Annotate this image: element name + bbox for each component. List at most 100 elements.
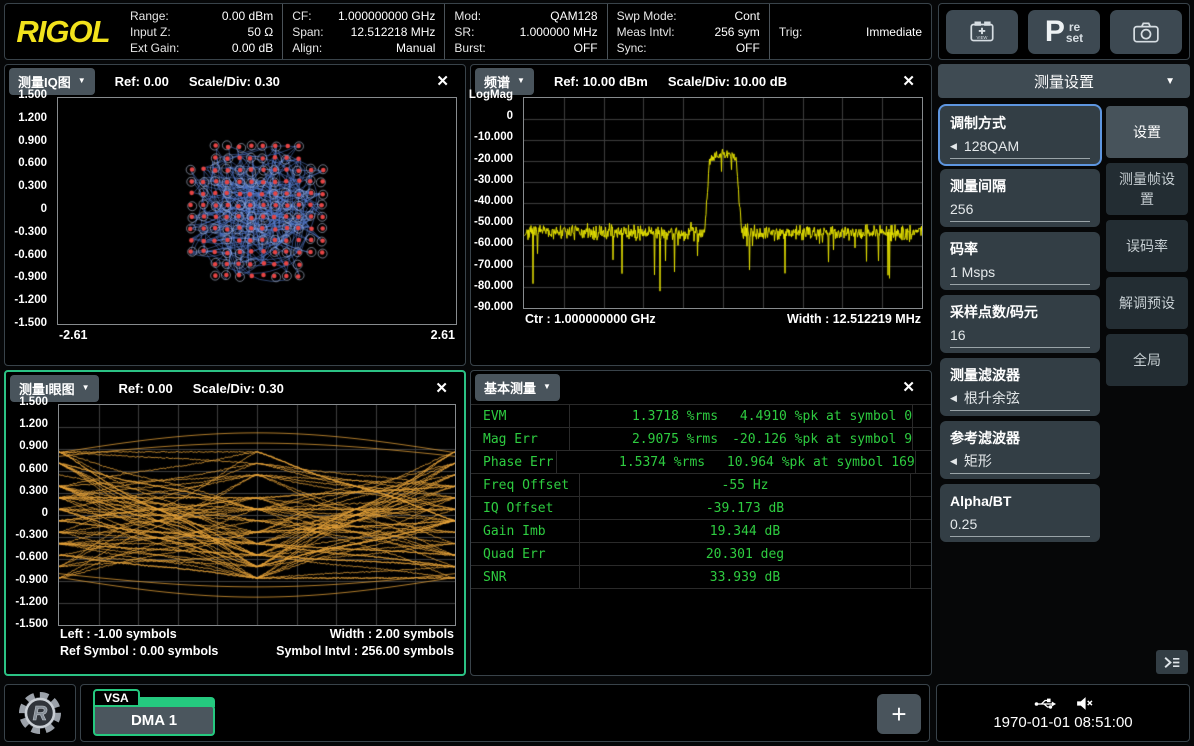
menu-item-label: 采样点数/码元 — [950, 302, 1090, 322]
status-label: Align: — [292, 40, 322, 56]
y-tick: -0.300 — [15, 529, 48, 541]
menu-item-label: 码率 — [950, 239, 1090, 259]
chevron-down-icon: ▼ — [1165, 76, 1175, 87]
menu-item-alpha-bt[interactable]: Alpha/BT0.25 — [940, 484, 1100, 542]
svg-text:VIEW: VIEW — [977, 35, 989, 40]
status-group-modulation: Mod:QAM128SR:1.000000 MHzBurst:OFF — [445, 4, 607, 59]
menu-item-label: 参考滤波器 — [950, 428, 1090, 448]
meas-name: SNR — [471, 570, 579, 585]
iq-constellation-plot[interactable] — [58, 98, 456, 324]
y-tick: 0.300 — [19, 485, 48, 497]
meas-value-peak: 10.964 %pk at symbol 169 — [719, 455, 915, 470]
enum-left-arrow-icon: ◀ — [950, 387, 957, 410]
rigol-logo: RIGOL — [5, 4, 121, 59]
meas-row: IQ Offset-39.173 dB — [471, 497, 931, 520]
spectrum-close-button[interactable]: ✕ — [896, 71, 921, 91]
meas-name: Mag Err — [471, 432, 569, 447]
status-label: Mod: — [454, 8, 481, 24]
y-tick: -40.000 — [474, 195, 513, 207]
y-tick: -20.000 — [474, 153, 513, 165]
eye-footer-value: Left : -1.00 symbols — [60, 626, 177, 643]
status-label: CF: — [292, 8, 311, 24]
footer-home-button[interactable]: R — [4, 684, 76, 742]
meas-close-button[interactable]: ✕ — [896, 377, 921, 397]
status-value: 1.000000000 GHz — [338, 8, 435, 24]
menu-item-symbol-rate[interactable]: 码率1 Msps — [940, 232, 1100, 290]
speaker-muted-icon — [1075, 696, 1093, 711]
meas-name: EVM — [471, 409, 569, 424]
eye-footer-value: Width : 2.00 symbols — [330, 626, 454, 643]
status-value: OFF — [736, 40, 760, 56]
status-label: Trig: — [779, 24, 803, 40]
spectrum-trace-plot[interactable] — [524, 98, 922, 308]
vsa-tab-group: VSA DMA 1 — [93, 690, 215, 736]
y-tick: LogMag — [469, 89, 513, 101]
status-value: 0.00 dB — [232, 40, 273, 56]
eye-diagram-plot[interactable] — [59, 405, 455, 625]
iq-scale-readout: Scale/Div: 0.30 — [189, 74, 280, 89]
top-status-bar: RIGOL Range:0.00 dBmInput Z:50 ΩExt Gain… — [4, 3, 932, 60]
dma-tab[interactable]: DMA 1 — [93, 705, 215, 736]
eye-footer-row: Left : -1.00 symbols Width : 2.00 symbols — [60, 626, 454, 643]
meas-row: Phase Err1.5374 %rms 10.964 %pk at symbo… — [471, 451, 931, 474]
meas-row: EVM1.3718 %rms 4.4910 %pk at symbol 0 — [471, 405, 931, 428]
view-button[interactable]: VIEW — [946, 10, 1018, 54]
collapse-menu-button[interactable] — [1156, 650, 1188, 674]
menu-item-value: 1 Msps — [950, 261, 1090, 285]
meas-view-dropdown[interactable]: 基本测量 ▼ — [475, 374, 560, 401]
rigol-gear-icon: R — [16, 689, 64, 737]
screenshot-button[interactable] — [1110, 10, 1182, 54]
chevron-down-icon: ▼ — [543, 383, 551, 391]
meas-value-rms: 1.3718 %rms — [570, 409, 718, 424]
eye-close-button[interactable]: ✕ — [429, 378, 454, 398]
chevron-down-icon: ▼ — [517, 77, 525, 85]
y-tick: 1.200 — [18, 112, 47, 124]
vsa-group-label[interactable]: VSA — [93, 689, 140, 707]
y-tick: 0.300 — [18, 180, 47, 192]
y-tick: -80.000 — [474, 280, 513, 292]
iq-close-button[interactable]: ✕ — [430, 71, 455, 91]
menu-item-modulation[interactable]: 调制方式◀128QAM — [940, 106, 1100, 164]
menu-item-points-per-symbol[interactable]: 采样点数/码元16 — [940, 295, 1100, 353]
status-value: 256 sym — [714, 24, 759, 40]
menu-item-value: ◀矩形 — [950, 450, 1090, 474]
tab-settings[interactable]: 设置 — [1106, 106, 1188, 158]
status-value: Immediate — [866, 24, 922, 40]
meas-value: 33.939 dB — [710, 570, 780, 585]
status-group-sweep: Swp Mode:ContMeas Intvl:256 symSync:OFF — [608, 4, 770, 59]
y-tick: -0.600 — [14, 249, 47, 261]
y-tick: 0 — [507, 110, 513, 122]
tab-global[interactable]: 全局 — [1106, 334, 1188, 386]
y-tick: -1.500 — [15, 618, 48, 630]
menu-item-value: 0.25 — [950, 513, 1090, 537]
tab-meas-frame[interactable]: 测量帧设置 — [1106, 163, 1188, 215]
add-view-button[interactable]: + — [877, 694, 921, 734]
y-tick: -90.000 — [474, 301, 513, 313]
y-tick: 0 — [42, 507, 48, 519]
preset-button[interactable]: P reset — [1028, 10, 1100, 54]
top-buttons: VIEW P reset — [938, 3, 1190, 60]
tab-ber[interactable]: 误码率 — [1106, 220, 1188, 272]
y-tick: -0.600 — [15, 551, 48, 563]
menu-item-value: ◀128QAM — [950, 135, 1090, 159]
y-tick: -0.900 — [14, 271, 47, 283]
tab-demod-preset[interactable]: 解调预设 — [1106, 277, 1188, 329]
eye-footer: Left : -1.00 symbols Width : 2.00 symbols… — [6, 626, 464, 660]
menu-item-meas-interval[interactable]: 测量间隔256 — [940, 169, 1100, 227]
y-tick: 1.500 — [19, 396, 48, 408]
menu-item-label: 调制方式 — [950, 113, 1090, 133]
sidebar-menu-title[interactable]: 测量设置 ▼ — [938, 64, 1190, 98]
status-value: 50 Ω — [248, 24, 274, 40]
menu-item-meas-filter[interactable]: 测量滤波器◀根升余弦 — [940, 358, 1100, 416]
menu-item-ref-filter[interactable]: 参考滤波器◀矩形 — [940, 421, 1100, 479]
y-tick: 1.200 — [19, 418, 48, 430]
eye-panel: 测量I眼图 ▼ Ref: 0.00 Scale/Div: 0.30 ✕ 1.50… — [4, 370, 466, 676]
meas-value-rms: 1.5374 %rms — [557, 455, 705, 470]
meas-value-peak: 4.4910 %pk at symbol 0 — [732, 409, 912, 424]
status-group-trigger: Trig: Immediate — [770, 4, 931, 59]
preset-icon: P — [1045, 17, 1065, 47]
y-tick: 0.600 — [19, 463, 48, 475]
meas-row: Quad Err20.301 deg — [471, 543, 931, 566]
y-tick: -60.000 — [474, 237, 513, 249]
meas-name: IQ Offset — [471, 501, 579, 516]
